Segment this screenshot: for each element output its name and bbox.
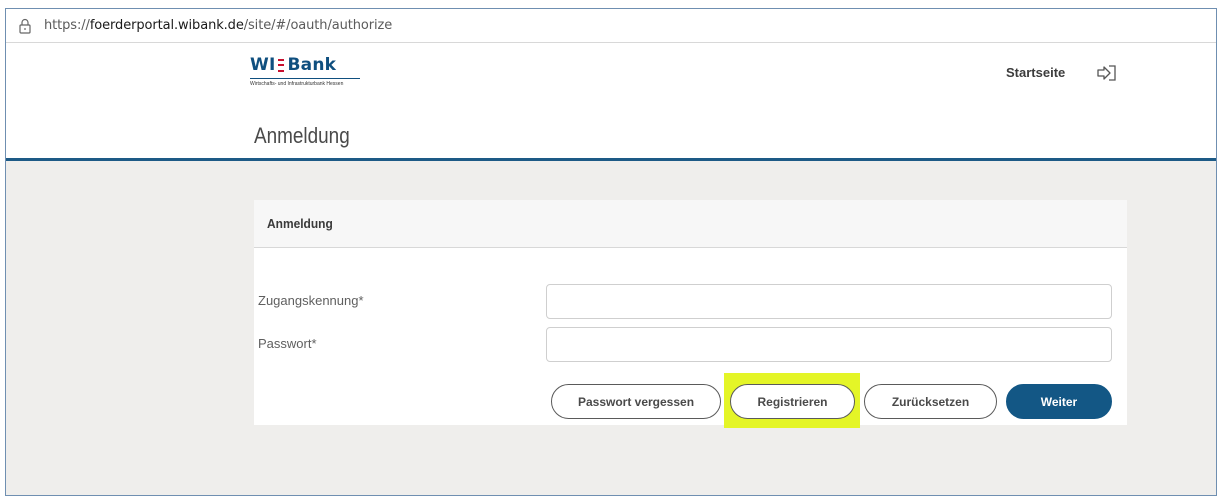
username-label: Zugangskennung* — [258, 293, 364, 308]
url-host: foerderportal.wibank.de — [89, 18, 244, 33]
url-path: /site/#/oauth/authorize — [243, 18, 393, 33]
logo-subtitle: Wirtschafts- und Infrastrukturbank Hesse… — [250, 81, 344, 87]
password-input[interactable] — [546, 327, 1112, 362]
login-card-header: Anmeldung — [254, 200, 1127, 248]
nav-startseite-link[interactable]: Startseite — [1006, 65, 1065, 80]
url-prefix: https:// — [44, 18, 90, 33]
site-header: WI Bank Wirtschafts- und Infrastrukturba… — [6, 43, 1216, 161]
lock-icon — [19, 18, 31, 34]
login-card-title: Anmeldung — [267, 216, 333, 231]
logo-wordmark: WI Bank — [250, 55, 360, 75]
login-card: Anmeldung Zugangskennung* Passwort* Pass… — [254, 200, 1127, 428]
address-bar[interactable]: https://foerderportal.wibank.de/site/#/o… — [6, 9, 1216, 43]
register-button[interactable]: Registrieren — [730, 384, 855, 419]
reset-button[interactable]: Zurücksetzen — [864, 384, 997, 419]
browser-frame: https://foerderportal.wibank.de/site/#/o… — [5, 8, 1217, 496]
logo-part2: Bank — [287, 55, 337, 75]
forgot-password-button[interactable]: Passwort vergessen — [551, 384, 721, 419]
wibank-logo[interactable]: WI Bank Wirtschafts- und Infrastrukturba… — [250, 55, 360, 89]
logo-bars-icon — [278, 58, 285, 72]
logo-part1: WI — [250, 55, 276, 75]
username-input[interactable] — [546, 284, 1112, 319]
weiter-button[interactable]: Weiter — [1006, 384, 1112, 419]
password-label: Passwort* — [258, 336, 317, 351]
login-arrow-icon[interactable] — [1096, 63, 1118, 83]
url-text[interactable]: https://foerderportal.wibank.de/site/#/o… — [44, 18, 392, 33]
page-title: Anmeldung — [254, 123, 350, 148]
logo-underline — [250, 78, 360, 79]
